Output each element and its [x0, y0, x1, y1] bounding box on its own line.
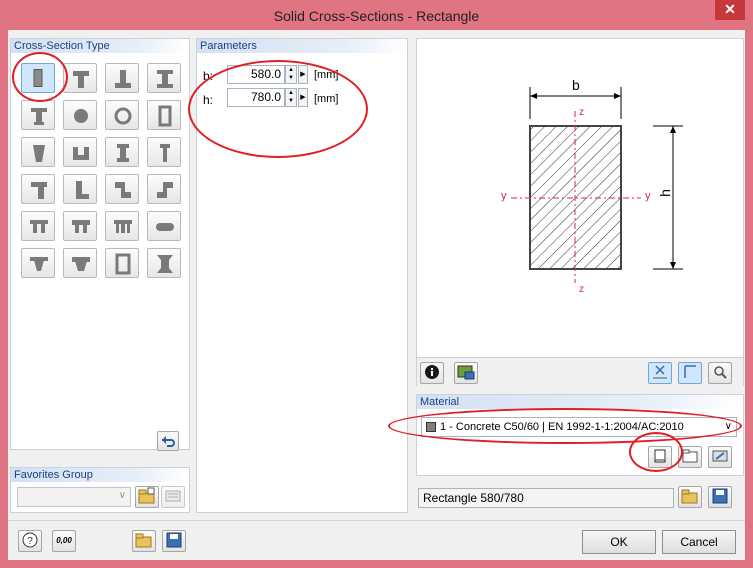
help-button[interactable]: ?: [18, 530, 42, 552]
axes-icon: [684, 365, 696, 378]
highlight-parameters-annotation: [188, 60, 368, 158]
info-icon: [425, 365, 439, 379]
cancel-button[interactable]: Cancel: [662, 530, 736, 554]
save-icon: [712, 488, 728, 504]
save-file-button[interactable]: [162, 530, 186, 552]
shape-t-offset-button[interactable]: [21, 174, 55, 204]
dimension-icon: [653, 365, 667, 379]
z-axis-label-top: z: [579, 107, 584, 118]
shape-t-tapered-button[interactable]: [21, 248, 55, 278]
z-axis-label-bottom: z: [579, 284, 584, 295]
shape-u-button[interactable]: [63, 137, 97, 167]
shape-circle-button[interactable]: [63, 100, 97, 130]
shape-double-t-flange-button[interactable]: [63, 211, 97, 241]
highlight-library-annotation: [629, 432, 683, 472]
add-favorite-button[interactable]: [135, 486, 159, 508]
close-button[interactable]: ✕: [715, 0, 745, 20]
shape-i-unequal-button[interactable]: [21, 100, 55, 130]
shape-hollow-rect-button[interactable]: [147, 100, 181, 130]
folder-open-icon: [135, 533, 152, 548]
h-dimension-label: h: [656, 189, 673, 197]
highlight-shape-annotation: [12, 52, 68, 102]
y-axis-label-left: y: [501, 190, 507, 202]
folder-open-icon: [681, 489, 698, 504]
undo-arrow-icon: [162, 436, 175, 447]
dialog-window: Solid Cross-Sections - Rectangle ✕ Cross…: [0, 0, 753, 568]
list-icon: [165, 490, 181, 502]
zoom-reset-button[interactable]: [708, 362, 732, 384]
shape-t-button[interactable]: [63, 63, 97, 93]
shape-t-narrow-button[interactable]: [147, 137, 181, 167]
save-icon: [166, 532, 182, 548]
material-edit-button[interactable]: [708, 446, 732, 468]
favorites-dropdown[interactable]: ∨: [17, 487, 131, 507]
preview-toolbar: [417, 357, 743, 387]
export-graphic-button[interactable]: [454, 362, 478, 384]
restore-default-button[interactable]: [157, 431, 179, 451]
shape-z-button[interactable]: [105, 174, 139, 204]
magnifier-icon: [714, 366, 727, 379]
y-axis-label-right: y: [645, 190, 651, 202]
edit-icon: [712, 450, 728, 462]
footer-divider: [8, 520, 745, 521]
info-button[interactable]: [420, 362, 444, 384]
calculator-icon: 0,00: [56, 536, 72, 545]
title-bar: Solid Cross-Sections - Rectangle: [0, 0, 753, 30]
show-dimensions-button[interactable]: [648, 362, 672, 384]
shape-oval-button[interactable]: [147, 211, 181, 241]
shape-t-tapered-wide-button[interactable]: [63, 248, 97, 278]
image-export-icon: [457, 365, 475, 380]
calculator-button[interactable]: 0,00: [52, 530, 76, 552]
shape-inverted-t-button[interactable]: [105, 63, 139, 93]
cross-section-type-header: Cross-Section Type: [11, 39, 189, 53]
section-name-field[interactable]: Rectangle 580/780: [418, 488, 674, 508]
shape-box-button[interactable]: [105, 248, 139, 278]
open-section-button[interactable]: [678, 486, 702, 508]
highlight-material-annotation: [388, 408, 742, 444]
b-dimension-label: b: [572, 77, 580, 93]
open-file-button[interactable]: [132, 530, 156, 552]
material-header: Material: [417, 395, 743, 409]
cross-section-drawing: [511, 87, 683, 283]
chevron-down-icon: ∨: [118, 490, 126, 501]
preview-panel: b h y y z z: [416, 38, 744, 387]
parameters-header: Parameters: [197, 39, 407, 53]
shape-z-reverse-button[interactable]: [147, 174, 181, 204]
svg-text:?: ?: [27, 536, 33, 547]
save-section-button[interactable]: [708, 486, 732, 508]
ok-button[interactable]: OK: [582, 530, 656, 554]
shape-trapezoid-button[interactable]: [21, 137, 55, 167]
shape-triple-t-button[interactable]: [105, 211, 139, 241]
favorite-details-button[interactable]: [161, 486, 185, 508]
shape-i-wide-button[interactable]: [147, 248, 181, 278]
folder-add-icon: [138, 487, 155, 504]
window-title: Solid Cross-Sections - Rectangle: [273, 8, 480, 24]
shape-ring-button[interactable]: [105, 100, 139, 130]
shape-double-t-button[interactable]: [21, 211, 55, 241]
favorites-group-header: Favorites Group: [11, 468, 189, 482]
shape-i-narrow-button[interactable]: [105, 137, 139, 167]
shape-l-button[interactable]: [63, 174, 97, 204]
show-axes-button[interactable]: [678, 362, 702, 384]
favorites-group-panel: Favorites Group ∨: [10, 467, 190, 513]
dialog-client: Cross-Section Type Favorites Group ∨ Par…: [8, 30, 745, 560]
folder-icon: [682, 449, 698, 463]
shape-i-button[interactable]: [147, 63, 181, 93]
help-icon: ?: [22, 532, 38, 548]
